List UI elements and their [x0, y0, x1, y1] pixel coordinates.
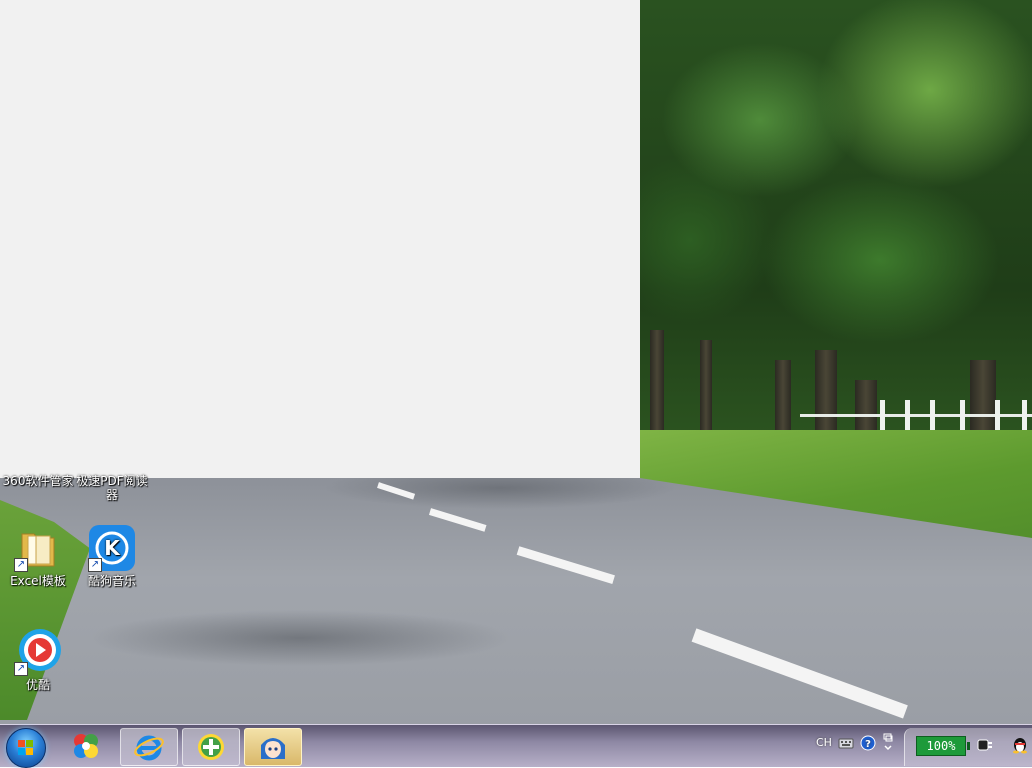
green-plus-icon — [198, 734, 224, 760]
shortcut-arrow-icon: ↗ — [88, 558, 102, 572]
svg-text:K: K — [104, 536, 121, 560]
desktop-icon-label: 优酷 — [25, 678, 50, 692]
qq-penguin-icon[interactable] — [1010, 735, 1030, 758]
taskbar-app-360[interactable] — [58, 728, 114, 764]
taskbar-app-anime[interactable] — [244, 728, 302, 766]
folder-icon: ↗ — [14, 524, 62, 572]
desktop-icon-kugou[interactable]: K ↗ 酷狗音乐 — [74, 524, 150, 588]
taskbar-app-ie[interactable] — [120, 728, 178, 766]
kugou-music-icon: K ↗ — [88, 524, 136, 572]
taskbar-app-plus[interactable] — [182, 728, 240, 766]
desktop-icon-excel[interactable]: ↗ Excel模板 — [0, 524, 76, 588]
pdf-label-line2: 器 — [105, 488, 118, 502]
power-plug-icon[interactable] — [976, 737, 994, 756]
internet-explorer-icon — [134, 735, 164, 761]
road — [0, 478, 1032, 728]
desktop-icon-label-360[interactable]: 360软件管家 — [0, 474, 76, 488]
keyboard-icon[interactable] — [838, 736, 854, 753]
desktop-icon-label: Excel模板 — [10, 574, 66, 588]
blank-window[interactable] — [0, 0, 640, 478]
shortcut-arrow-icon: ↗ — [14, 662, 28, 676]
desktop-icon-label-pdf[interactable]: 极速PDF阅读 器 — [74, 474, 150, 502]
tray-options-icon[interactable] — [882, 732, 894, 757]
pdf-label-line1: 极速PDF阅读 — [76, 474, 148, 488]
taskbar — [0, 724, 1032, 768]
desktop-icon-youku[interactable]: ↗ 优酷 — [0, 628, 76, 692]
desktop-icon-label: 酷狗音乐 — [87, 574, 136, 588]
360-icon — [74, 734, 98, 758]
windows-logo-icon — [18, 740, 34, 756]
battery-indicator[interactable]: 100% — [916, 736, 970, 756]
shortcut-arrow-icon: ↗ — [14, 558, 28, 572]
language-indicator[interactable]: CH — [816, 736, 832, 749]
anime-girl-icon — [261, 738, 285, 759]
start-button[interactable] — [6, 728, 46, 768]
help-icon[interactable]: ? — [860, 735, 876, 754]
youku-icon: ↗ — [14, 628, 62, 676]
svg-text:?: ? — [865, 739, 871, 750]
